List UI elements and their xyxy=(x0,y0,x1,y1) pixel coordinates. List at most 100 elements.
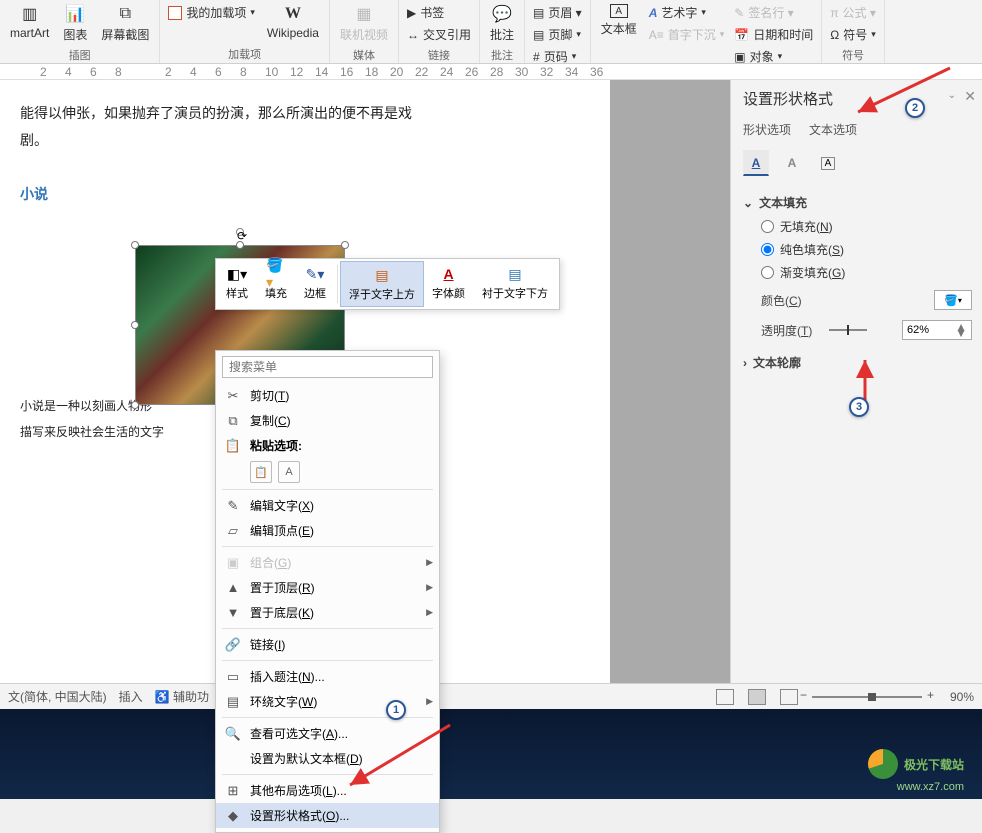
footer-button[interactable]: ▤页脚 ▾ xyxy=(529,24,586,45)
menu-cut[interactable]: ✂剪切(T) xyxy=(216,383,439,408)
comment-button[interactable]: 💬批注 xyxy=(484,2,520,45)
symbol-button[interactable]: Ω符号 ▾ xyxy=(826,24,880,45)
wikipedia-button[interactable]: WWikipedia xyxy=(261,2,325,44)
body-text: 能得以伸张，如果抛弃了演员的扮演，那么所演出的便不再是戏 xyxy=(20,100,590,127)
group-label-media: 媒体 xyxy=(353,45,375,64)
paste-text-only-button[interactable]: A xyxy=(278,461,300,483)
equation-button[interactable]: π公式 ▾ xyxy=(826,2,880,23)
paste-options-row: 📋 A xyxy=(216,458,439,486)
group-label-comments: 批注 xyxy=(491,45,513,64)
zoom-percent[interactable]: 90% xyxy=(950,690,974,704)
cut-icon: ✂ xyxy=(224,388,242,404)
annotation-badge-2: 2 xyxy=(905,98,925,118)
section-header-fill[interactable]: ⌄文本填充 xyxy=(743,190,972,215)
menu-edit-text[interactable]: ✎编辑文字(X) xyxy=(216,493,439,518)
mini-wrap-front-button[interactable]: ▤浮于文字上方 xyxy=(340,261,424,307)
submenu-arrow-icon: ▶ xyxy=(426,696,433,707)
menu-group[interactable]: ▣组合(G)▶ xyxy=(216,550,439,575)
status-language[interactable]: 文(简体, 中国大陆) xyxy=(8,688,107,705)
menu-set-default[interactable]: 设置为默认文本框(D) xyxy=(216,746,439,771)
dropcap-button[interactable]: A≡首字下沉 ▾ xyxy=(645,24,729,45)
group-label-symbols: 符号 xyxy=(842,45,864,64)
annotation-badge-1: 1 xyxy=(386,700,406,720)
online-video-button[interactable]: ▦联机视频 xyxy=(334,2,394,45)
mini-wrap-behind-button[interactable]: ▤衬于文字下方 xyxy=(474,261,557,307)
menu-format-shape[interactable]: ◆设置形状格式(O)... xyxy=(216,803,439,828)
menu-search-input[interactable] xyxy=(222,356,433,378)
group-label-addins: 加载项 xyxy=(228,44,261,63)
radio-gradient-fill[interactable]: 渐变填充(G) xyxy=(743,261,972,284)
mini-fill-button[interactable]: 🪣▾填充 xyxy=(257,261,296,307)
menu-edit-points[interactable]: ▱编辑顶点(E) xyxy=(216,518,439,543)
panel-options-button[interactable]: ⌄ xyxy=(948,90,956,101)
panel-close-button[interactable]: ✕ xyxy=(964,88,976,105)
wikipedia-label: Wikipedia xyxy=(267,26,319,40)
chevron-down-icon: ⌄ xyxy=(743,196,753,210)
my-addins-label: 我的加载项 xyxy=(186,4,246,21)
copy-icon: ⧉ xyxy=(224,413,242,429)
panel-tabs: 形状选项 文本选项 xyxy=(743,119,972,140)
menu-link[interactable]: 🔗链接(I) xyxy=(216,632,439,657)
pagenum-label: 页码 xyxy=(544,48,568,65)
ribbon-group-links: ▶书签 ↔交叉引用 链接 xyxy=(399,0,480,63)
menu-copy[interactable]: ⧉复制(C) xyxy=(216,408,439,433)
edit-text-icon: ✎ xyxy=(224,498,242,514)
menu-bring-front[interactable]: ▲置于顶层(R)▶ xyxy=(216,575,439,600)
screenshot-label: 屏幕截图 xyxy=(101,26,149,43)
menu-send-back[interactable]: ▼置于底层(K)▶ xyxy=(216,600,439,625)
crossref-button[interactable]: ↔交叉引用 xyxy=(403,24,475,45)
transparency-spinner[interactable]: ▲▼ xyxy=(902,320,972,340)
tab-shape-options[interactable]: 形状选项 xyxy=(743,119,791,140)
radio-no-fill[interactable]: 无填充(N) xyxy=(743,215,972,238)
mini-font-color-button[interactable]: A字体颜 xyxy=(424,261,474,307)
color-picker-button[interactable]: 🪣▾ xyxy=(934,290,972,310)
ribbon-group-symbols: π公式 ▾ Ω符号 ▾ 符号 xyxy=(822,0,885,63)
watermark-logo-icon xyxy=(868,749,898,779)
textbox-layout-icon[interactable]: A xyxy=(815,150,841,176)
view-read-mode[interactable] xyxy=(716,689,734,705)
menu-insert-caption[interactable]: ▭插入题注(N)... xyxy=(216,664,439,689)
section-outline-label: 文本轮廓 xyxy=(753,354,801,371)
smartart-button[interactable]: ▥martArt xyxy=(4,2,55,45)
status-accessibility[interactable]: ♿ 辅助功 xyxy=(155,688,209,705)
zoom-slider[interactable] xyxy=(812,696,922,698)
menu-alt-text[interactable]: 🔍查看可选文字(A)... xyxy=(216,721,439,746)
ribbon: ▥martArt 📊图表 ⧉屏幕截图 插图 我的加载项 ▾ WWikipedia… xyxy=(0,0,982,64)
text-fill-outline-icon[interactable]: A xyxy=(743,150,769,176)
mini-style-button[interactable]: ◧▾样式 xyxy=(218,261,257,307)
screenshot-button[interactable]: ⧉屏幕截图 xyxy=(95,2,155,45)
section-header-outline[interactable]: ›文本轮廓 xyxy=(743,350,972,375)
format-shape-panel: 设置形状格式 ⌄ ✕ 形状选项 文本选项 A A A ⌄文本填充 无填充(N) … xyxy=(730,80,982,683)
view-print-layout[interactable] xyxy=(748,689,766,705)
textbox-button[interactable]: A文本框 xyxy=(595,2,643,67)
view-web-layout[interactable] xyxy=(780,689,798,705)
body-text: 剧。 xyxy=(20,127,590,154)
radio-solid-fill[interactable]: 纯色填充(S) xyxy=(743,238,972,261)
signature-button[interactable]: ✎签名行 ▾ xyxy=(730,2,817,23)
alt-text-icon: 🔍 xyxy=(224,726,242,742)
accessibility-icon: ♿ xyxy=(155,690,170,704)
section-text-fill: ⌄文本填充 无填充(N) 纯色填充(S) 渐变填充(G) 颜色(C) 🪣▾ 透明… xyxy=(743,190,972,344)
horizontal-ruler[interactable]: 2468 2468 10121416 18202224 26283032 343… xyxy=(0,64,982,80)
online-video-label: 联机视频 xyxy=(340,26,388,43)
transparency-slider[interactable] xyxy=(829,329,867,331)
transparency-input[interactable] xyxy=(907,324,951,336)
datetime-button[interactable]: 📅日期和时间 xyxy=(730,24,817,45)
smartart-label: martArt xyxy=(10,26,49,40)
spin-down[interactable]: ▼ xyxy=(955,330,967,336)
chart-button[interactable]: 📊图表 xyxy=(57,2,93,45)
menu-more-layout[interactable]: ⊞其他布局选项(L)... xyxy=(216,778,439,803)
text-effects-icon[interactable]: A xyxy=(779,150,805,176)
group-label-illus: 插图 xyxy=(69,45,91,64)
datetime-label: 日期和时间 xyxy=(753,26,813,43)
dropcap-label: 首字下沉 xyxy=(668,26,716,43)
my-addins-button[interactable]: 我的加载项 ▾ xyxy=(164,2,259,23)
status-insert-mode[interactable]: 插入 xyxy=(119,688,143,705)
section-text-outline: ›文本轮廓 xyxy=(743,350,972,375)
paste-keep-format-button[interactable]: 📋 xyxy=(250,461,272,483)
mini-outline-button[interactable]: ✎▾边框 xyxy=(296,261,335,307)
bookmark-button[interactable]: ▶书签 xyxy=(403,2,475,23)
header-button[interactable]: ▤页眉 ▾ xyxy=(529,2,586,23)
wordart-button[interactable]: A艺术字 ▾ xyxy=(645,2,729,23)
tab-text-options[interactable]: 文本选项 xyxy=(809,119,857,140)
